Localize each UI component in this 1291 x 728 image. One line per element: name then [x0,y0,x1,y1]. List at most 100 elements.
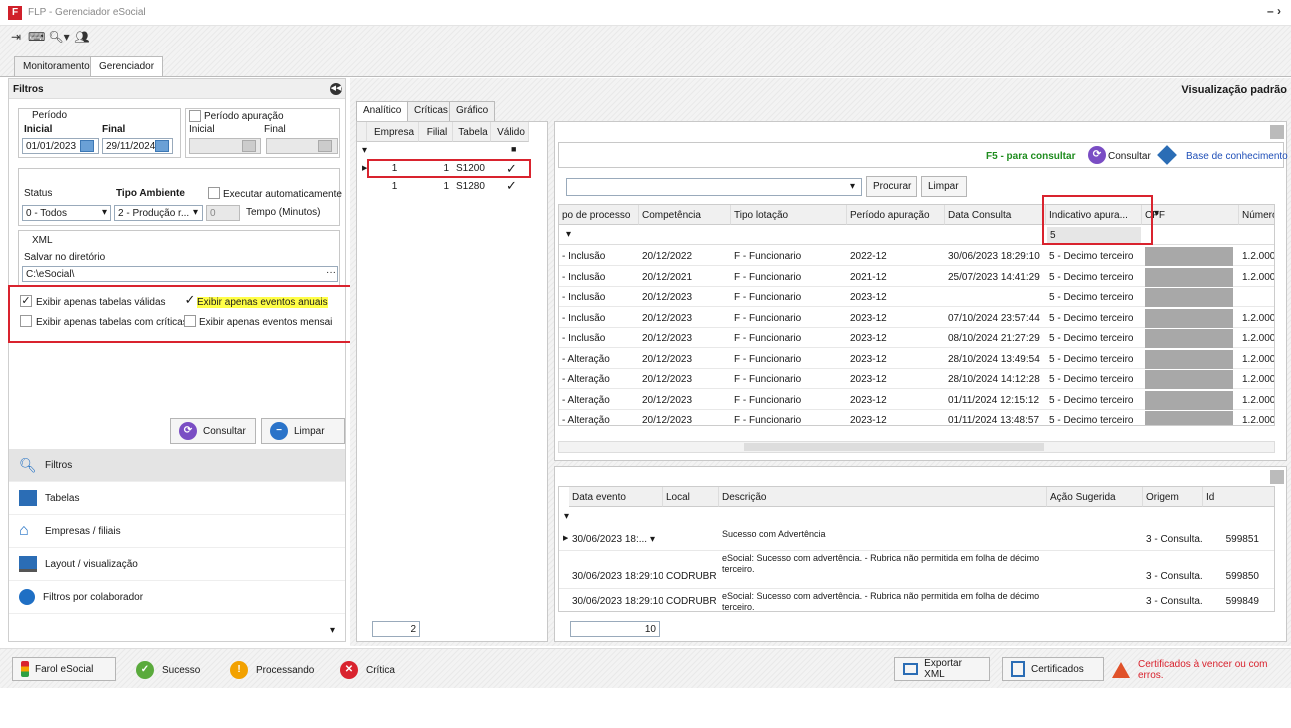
table-cell[interactable]: - Inclusão [559,272,639,283]
table-cell[interactable]: 5 - Decimo terceiro [1046,415,1142,425]
farol-esocial-button[interactable]: Farol eSocial [12,657,116,681]
table-cell[interactable]: F - Funcionario [731,374,847,385]
table-cell[interactable]: 5 - Decimo terceiro [1046,333,1142,344]
table-cell[interactable]: 5 - Decimo terceiro [1046,374,1142,385]
limpar-search-button[interactable]: Limpar [921,176,967,197]
nav-empresas[interactable]: ⌂ Empresas / filiais [9,515,345,548]
table-cell[interactable]: F - Funcionario [731,415,847,425]
col-filial[interactable]: Filial [419,122,453,142]
table-cell[interactable]: F - Funcionario [731,333,847,344]
table-cell[interactable]: - Inclusão [559,292,639,303]
table-cell[interactable]: - Alteração [559,395,639,406]
table-cell[interactable]: 20/12/2023 [639,395,731,406]
table-cell[interactable]: 28/10/2024 13:49:54 [945,354,1046,365]
table-cell[interactable]: - Inclusão [559,313,639,324]
table-cell[interactable]: 5 - Decimo terceiro [1046,292,1142,303]
periodo-apuracao-checkbox[interactable] [189,110,201,122]
col-header[interactable]: Id [1203,487,1274,507]
table-cell[interactable]: - Alteração [559,354,639,365]
status-select[interactable]: 0 - Todos [22,205,111,221]
nav-tabelas[interactable]: Tabelas [9,482,345,515]
exit-icon[interactable]: ⇥ [8,29,24,45]
table-cell[interactable]: 1.2.000 [1239,374,1274,385]
table-cell[interactable]: 01/11/2024 13:48:57 [945,415,1046,425]
table-cell[interactable]: - Inclusão [559,251,639,262]
search-icon[interactable]: ⟳ [1088,146,1106,164]
limpar-button[interactable]: − Limpar [261,418,345,444]
valido-filter-checkbox[interactable]: ■ [508,144,516,154]
table-cell[interactable]: 5 - Decimo terceiro [1046,395,1142,406]
tab-criticas[interactable]: Críticas [407,101,455,121]
table-cell[interactable]: 2021-12 [847,272,945,283]
table-cell[interactable]: F - Funcionario [731,292,847,303]
table-cell[interactable]: F - Funcionario [731,354,847,365]
col-empresa[interactable]: Empresa [367,122,419,142]
executar-checkbox[interactable] [208,187,220,199]
table-cell[interactable]: 2022-12 [847,251,945,262]
base-conhecimento-link[interactable]: Base de conhecimento [1186,151,1288,162]
search-input[interactable] [566,178,862,196]
table-cell[interactable]: 01/11/2024 12:15:12 [945,395,1046,406]
tabelas-validas-checkbox[interactable]: ✓ [20,295,32,307]
table-cell[interactable]: F - Funcionario [731,272,847,283]
table-cell[interactable]: CODRUBR [663,571,719,582]
minimize-button[interactable]: – › [1267,4,1281,18]
table-cell[interactable]: 599849 [1203,596,1263,607]
table-cell[interactable]: 2023-12 [847,292,945,303]
table-cell[interactable]: 3 - Consulta... [1143,534,1203,545]
consultar-link[interactable]: Consultar [1108,151,1151,162]
chevron-down-icon[interactable]: ▾ [193,207,198,218]
table-cell[interactable]: 20/12/2021 [639,272,731,283]
table-cell[interactable]: eSocial: Sucesso com advertência. - Rubr… [719,553,1047,575]
table-cell[interactable]: 2023-12 [847,415,945,425]
keyboard-icon[interactable]: ⌨ [28,29,45,45]
table-cell[interactable]: 5 - Decimo terceiro [1046,272,1142,283]
nav-layout[interactable]: Layout / visualização [9,548,345,581]
col-header[interactable]: Número [1239,205,1274,225]
consultar-button[interactable]: ⟳ Consultar [170,418,256,444]
table-cell[interactable]: 30/06/2023 18:29:10 [569,571,663,582]
table-cell[interactable]: 20/12/2023 [639,374,731,385]
table-cell[interactable]: 5 - Decimo terceiro [1046,354,1142,365]
calendar-icon[interactable] [155,140,169,152]
procurar-button[interactable]: Procurar [866,176,917,197]
table-cell[interactable]: 30/06/2023 18:29:10 [569,596,663,607]
table-cell[interactable]: 20/12/2023 [639,313,731,324]
table-cell[interactable]: S1280 [453,181,491,192]
table-cell[interactable]: F - Funcionario [731,313,847,324]
table-cell[interactable]: F - Funcionario [731,251,847,262]
collapse-panel-button[interactable]: ◀◀ [330,83,342,95]
col-header[interactable]: Ação Sugerida [1047,487,1143,507]
table-cell[interactable]: - Alteração [559,415,639,425]
browse-button[interactable]: ··· [326,267,336,278]
tipo-ambiente-select[interactable]: 2 - Produção r... [114,205,203,221]
table-cell[interactable]: 25/07/2023 14:41:29 [945,272,1046,283]
nav-filtros[interactable]: 🔍︎ Filtros [9,449,345,482]
eventos-mensais-checkbox[interactable] [184,315,196,327]
table-cell[interactable]: 20/12/2023 [639,354,731,365]
chevron-down-icon[interactable]: ▾ [330,625,335,636]
table-cell[interactable]: 3 - Consulta... [1143,596,1203,607]
col-header[interactable]: po de processo [559,205,639,225]
chevron-down-icon[interactable]: ▾ [102,207,107,218]
col-header[interactable]: Descrição [719,487,1047,507]
table-cell[interactable]: - Inclusão [559,333,639,344]
table-cell[interactable]: 3 - Consulta... [1143,571,1203,582]
nav-filtros-colaborador[interactable]: Filtros por colaborador [9,581,345,614]
valido-check-icon[interactable]: ✓ [491,178,529,194]
col-valido[interactable]: Válido [491,122,529,142]
table-cell[interactable]: 1.2.000 [1239,415,1274,425]
table-cell[interactable]: 1.2.000 [1239,333,1274,344]
certificados-button[interactable]: Certificados [1002,657,1104,681]
col-header[interactable]: Período apuração [847,205,945,225]
col-header[interactable]: Data Consulta [945,205,1046,225]
table-cell[interactable]: eSocial: Sucesso com advertência. - Rubr… [719,591,1047,611]
table-cell[interactable]: CODRUBR [663,596,719,607]
expand-icon[interactable] [1270,125,1284,139]
table-cell[interactable]: 07/10/2024 23:57:44 [945,313,1046,324]
table-cell[interactable]: 20/12/2023 [639,333,731,344]
table-cell[interactable]: 5 - Decimo terceiro [1046,313,1142,324]
table-cell[interactable]: 20/12/2023 [639,415,731,425]
table-cell[interactable]: 20/12/2022 [639,251,731,262]
search-dropdown-icon[interactable]: 🔍︎▾ [48,29,70,45]
